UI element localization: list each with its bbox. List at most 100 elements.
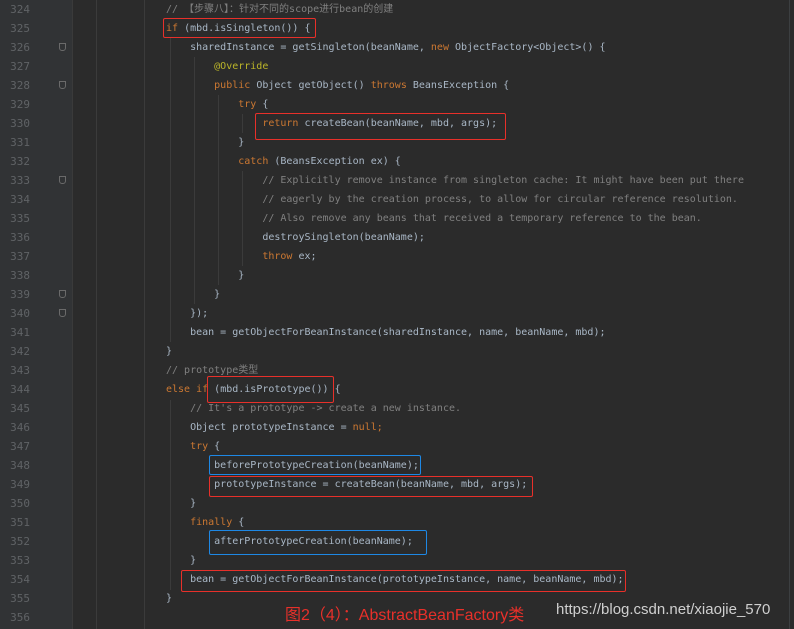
keyword-token: else if	[166, 384, 209, 395]
code-token: });	[166, 308, 209, 319]
keyword-token: catch	[166, 156, 269, 167]
keyword-token: null;	[352, 422, 383, 433]
code-token: Object prototypeInstance =	[166, 422, 353, 433]
code-line: sharedInstance = getSingleton(beanName, …	[166, 38, 605, 57]
code-line: }	[166, 494, 196, 513]
fold-toggle-icon[interactable]	[59, 290, 66, 298]
code-line: }	[166, 133, 244, 152]
keyword-token: throw	[166, 251, 293, 262]
highlight-box-prototype-createbean	[209, 476, 533, 497]
code-token: {	[208, 441, 221, 452]
keyword-token: try	[166, 441, 209, 452]
line-number: 348	[10, 459, 30, 472]
line-number: 336	[10, 231, 30, 244]
code-token: }	[166, 270, 245, 281]
code-line: // Explicitly remove instance from singl…	[166, 171, 744, 190]
code-token: }	[166, 346, 173, 357]
comment-token: // 【步骤八】：针对不同的scope进行bean的创建	[166, 4, 394, 15]
code-token: }	[166, 137, 245, 148]
code-line: // Also remove any beans that received a…	[166, 209, 702, 228]
code-line: throw ex;	[166, 247, 317, 266]
code-line: }	[166, 342, 172, 361]
code-line: // eagerly by the creation process, to a…	[166, 190, 738, 209]
keyword-token: try	[166, 99, 257, 110]
code-token: Object getObject()	[250, 80, 371, 91]
code-line: bean = getObjectForBeanInstance(sharedIn…	[166, 323, 605, 342]
highlight-box-before-prototype	[209, 455, 421, 475]
line-number: 346	[10, 421, 30, 434]
keyword-token: finally	[166, 517, 233, 528]
line-number: 351	[10, 516, 30, 529]
code-token: }	[166, 555, 197, 566]
line-number: 349	[10, 478, 30, 491]
code-line: catch (BeansException ex) {	[166, 152, 401, 171]
annotation-token: @Override	[166, 61, 269, 72]
figure-caption: 图2（4）：AbstractBeanFactory类	[285, 607, 525, 624]
line-number: 335	[10, 212, 30, 225]
code-line: public Object getObject() throws BeansEx…	[166, 76, 509, 95]
code-line: destroySingleton(beanName);	[166, 228, 425, 247]
line-number: 352	[10, 535, 30, 548]
line-number: 342	[10, 345, 30, 358]
line-number: 353	[10, 554, 30, 567]
highlight-box-after-prototype	[209, 530, 427, 555]
keyword-token: new	[430, 42, 449, 53]
code-token: ex;	[292, 251, 317, 262]
line-number: 331	[10, 136, 30, 149]
indent-guide	[96, 0, 97, 629]
highlight-box-getobjectforbean	[181, 570, 626, 592]
line-number: 354	[10, 573, 30, 586]
keyword-token: public	[166, 80, 251, 91]
line-number: 340	[10, 307, 30, 320]
code-token: }	[166, 498, 197, 509]
line-number: 330	[10, 117, 30, 130]
line-number: 333	[10, 174, 30, 187]
highlight-box-issingleton	[163, 18, 316, 38]
code-token: {	[256, 99, 269, 110]
keyword-token: throws	[370, 80, 407, 91]
fold-toggle-icon[interactable]	[59, 176, 66, 184]
indent-guide	[144, 0, 145, 629]
comment-token: // Also remove any beans that received a…	[166, 213, 702, 224]
line-number: 344	[10, 383, 30, 396]
line-number: 345	[10, 402, 30, 415]
highlight-box-isprototype	[207, 376, 334, 403]
line-number: 327	[10, 60, 30, 73]
code-token: (BeansException ex) {	[268, 156, 401, 167]
code-token: destroySingleton(beanName);	[166, 232, 425, 243]
code-line: }	[166, 285, 220, 304]
code-line: });	[166, 304, 208, 323]
code-token: {	[232, 517, 245, 528]
code-line: }	[166, 589, 172, 608]
line-number: 332	[10, 155, 30, 168]
code-token: }	[166, 289, 221, 300]
right-margin-line	[789, 0, 790, 629]
fold-toggle-icon[interactable]	[59, 81, 66, 89]
code-line: try {	[166, 95, 268, 114]
comment-token: // eagerly by the creation process, to a…	[166, 194, 738, 205]
fold-toggle-icon[interactable]	[59, 309, 66, 317]
code-line: }	[166, 266, 244, 285]
line-number: 350	[10, 497, 30, 510]
line-number: 337	[10, 250, 30, 263]
comment-token: // prototype类型	[166, 365, 259, 376]
comment-token: // It's a prototype -> create a new inst…	[166, 403, 462, 414]
code-line: }	[166, 551, 196, 570]
line-number: 338	[10, 269, 30, 282]
code-token: }	[166, 593, 173, 604]
line-number: 355	[10, 592, 30, 605]
fold-toggle-icon[interactable]	[59, 43, 66, 51]
highlight-box-createbean	[255, 113, 506, 140]
code-line: // 【步骤八】：针对不同的scope进行bean的创建	[166, 0, 393, 19]
code-token: BeansException {	[406, 80, 510, 91]
watermark-url: https://blog.csdn.net/xiaojie_570	[556, 601, 771, 618]
line-number: 326	[10, 41, 30, 54]
code-token: sharedInstance = getSingleton(beanName,	[166, 42, 431, 53]
line-number: 328	[10, 79, 30, 92]
line-number: 347	[10, 440, 30, 453]
line-number: 341	[10, 326, 30, 339]
line-number: 339	[10, 288, 30, 301]
line-number: 343	[10, 364, 30, 377]
code-line: @Override	[166, 57, 268, 76]
gutter-divider	[72, 0, 73, 629]
